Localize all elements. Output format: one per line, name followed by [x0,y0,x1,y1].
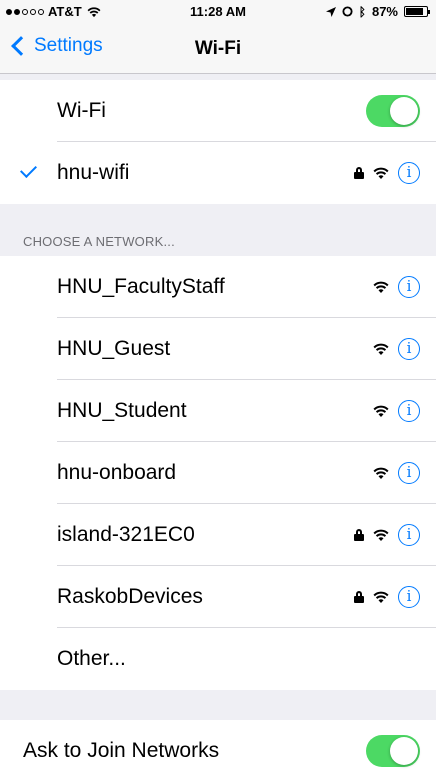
info-icon[interactable]: i [398,338,420,360]
wifi-toggle-label: Wi-Fi [57,99,106,122]
wifi-toggle-switch[interactable] [366,95,420,127]
battery-percent: 87% [371,4,398,19]
lock-icon [354,167,364,179]
other-network-row[interactable]: Other... [0,628,436,690]
network-name: RaskobDevices [57,585,203,608]
network-row[interactable]: HNU_Student i [0,380,436,442]
network-name: island-321EC0 [57,523,195,546]
info-icon[interactable]: i [398,400,420,422]
wifi-toggle-row: Wi-Fi [0,80,436,142]
network-row[interactable]: HNU_FacultyStaff i [0,256,436,318]
lock-icon [354,591,364,603]
info-icon[interactable]: i [398,524,420,546]
status-right: ᛒ 87% [325,4,430,19]
wifi-signal-icon [373,281,389,293]
connected-network-row[interactable]: hnu-wifi i [0,142,436,204]
wifi-signal-icon [373,343,389,355]
lock-icon [354,529,364,541]
ask-to-join-row: Ask to Join Networks [0,720,436,782]
wifi-signal-icon [373,467,389,479]
ask-to-join-label: Ask to Join Networks [23,739,220,762]
wifi-signal-icon [373,405,389,417]
wifi-signal-icon [373,591,389,603]
network-row[interactable]: hnu-onboard i [0,442,436,504]
info-icon[interactable]: i [398,586,420,608]
network-name: HNU_Guest [57,337,171,360]
info-icon[interactable]: i [398,462,420,484]
connected-network-name: hnu-wifi [57,161,130,184]
network-row[interactable]: HNU_Guest i [0,318,436,380]
checkmark-icon [20,161,37,178]
alarm-icon [342,6,353,17]
wifi-signal-icon [373,529,389,541]
wifi-signal-icon [373,167,389,179]
network-row[interactable]: RaskobDevices i [0,566,436,628]
network-name: HNU_Student [57,399,187,422]
page-title: Wi-Fi [194,38,242,59]
battery-icon [404,6,430,17]
other-network-label: Other... [57,647,126,670]
info-icon[interactable]: i [398,162,420,184]
bluetooth-icon: ᛒ [358,4,366,19]
network-name: HNU_FacultyStaff [57,275,225,298]
location-arrow-icon [325,6,336,17]
ask-to-join-switch[interactable] [366,735,420,767]
network-row[interactable]: island-321EC0 i [0,504,436,566]
info-icon[interactable]: i [398,276,420,298]
navigation-bar: Settings Wi-Fi [0,24,436,74]
status-bar: AT&T 11:28 AM ᛒ 87% [0,0,436,24]
network-name: hnu-onboard [57,461,177,484]
section-header: CHOOSE A NETWORK... [23,234,175,249]
